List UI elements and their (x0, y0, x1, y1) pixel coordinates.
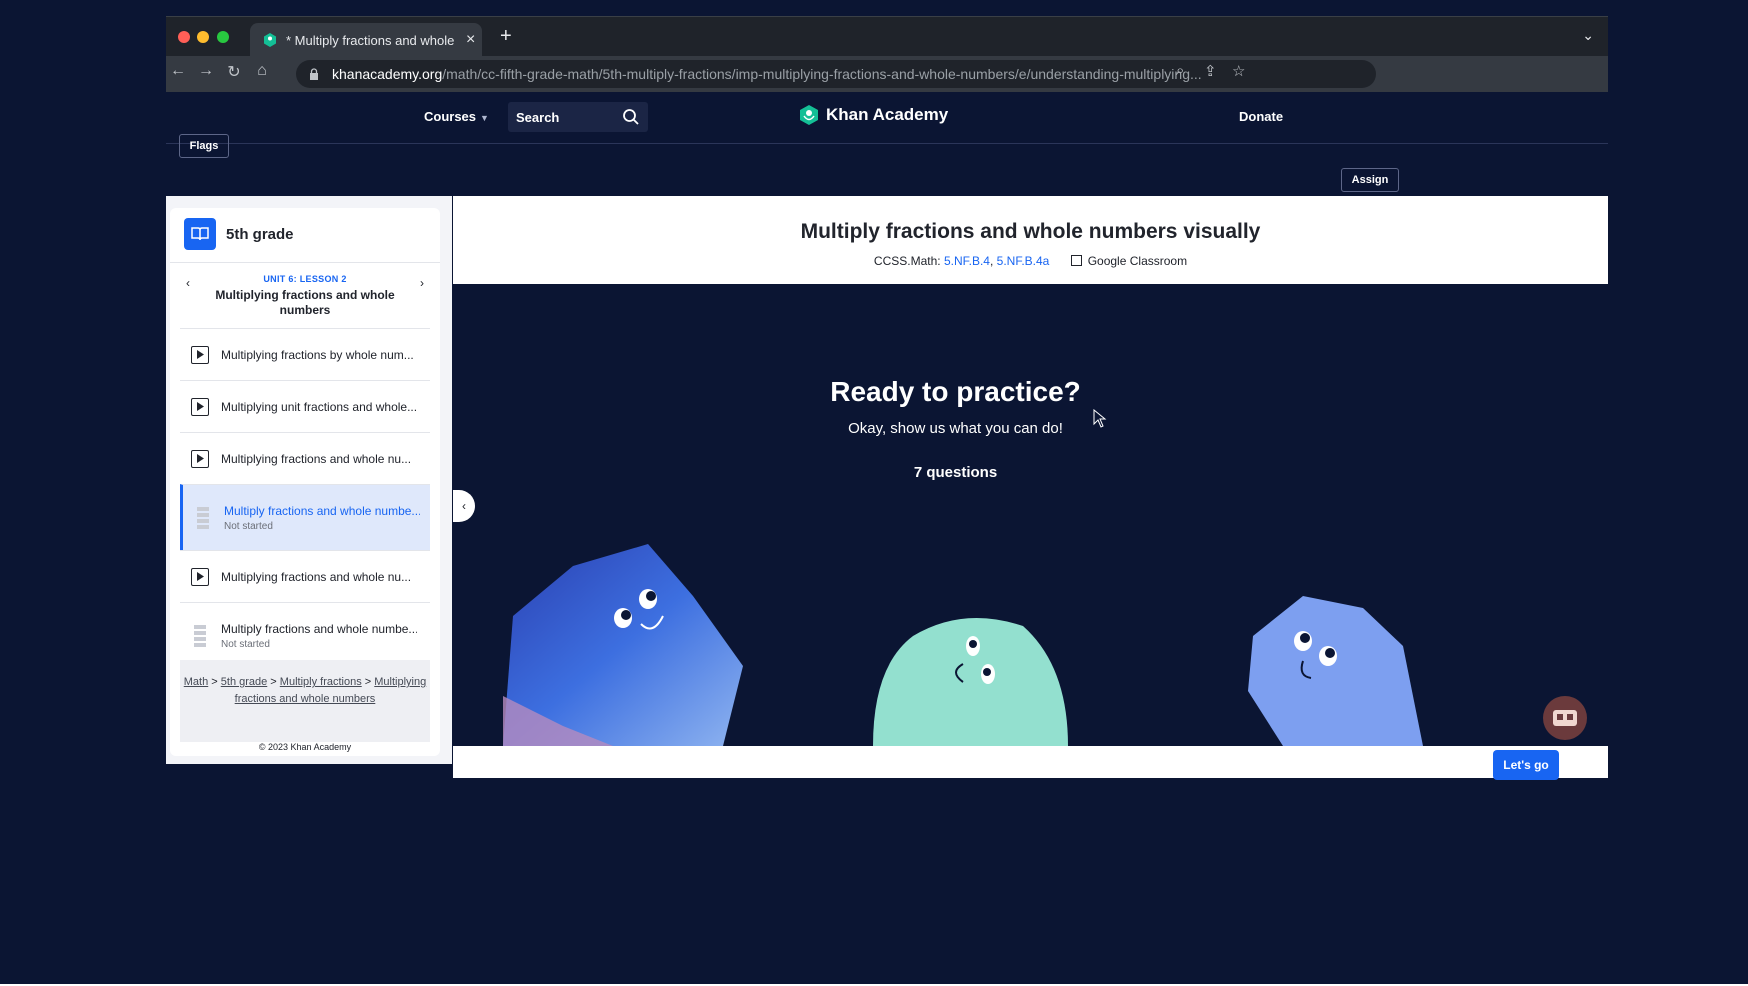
robot-avatar-icon (1553, 710, 1577, 726)
course-header[interactable]: 5th grade (184, 218, 294, 250)
zoom-icon[interactable]: ⌕ (1176, 62, 1184, 79)
item-label: Multiplying fractions and whole nu... (221, 569, 412, 584)
standard-link-2[interactable]: 5.NF.B.4a (997, 254, 1050, 268)
divider (170, 262, 440, 263)
breadcrumb-math[interactable]: Math (184, 676, 208, 688)
list-item[interactable]: Multiplying fractions and whole nu... (180, 550, 430, 602)
mouse-cursor-icon (1093, 409, 1107, 428)
breadcrumb-grade[interactable]: 5th grade (221, 676, 267, 688)
ready-title: Ready to practice? (830, 376, 1081, 407)
browser-tab[interactable]: * Multiply fractions and whole n × (250, 23, 482, 57)
tab-bar: * Multiply fractions and whole n × + ⌄ (166, 16, 1608, 57)
course-title: 5th grade (226, 225, 294, 243)
url-path: /math/cc-fifth-grade-math/5th-multiply-f… (442, 66, 1202, 82)
khan-logo-icon (800, 105, 818, 125)
close-window-button[interactable] (178, 31, 190, 43)
chevron-down-icon[interactable]: ⌄ (1582, 27, 1594, 44)
breadcrumb: Math > 5th grade > Multiply fractions > … (180, 660, 430, 742)
home-icon[interactable]: ⌂ (250, 62, 274, 80)
ready-subtitle: Okay, show us what you can do! (848, 420, 1063, 437)
purple-rock-creature (1248, 596, 1423, 746)
standards-prefix: CCSS.Math: (873, 254, 941, 268)
item-label: Multiplying fractions and whole nu... (221, 451, 412, 466)
copyright: © 2023 Khan Academy (258, 742, 352, 752)
list-item[interactable]: Multiplying fractions by whole num... (180, 328, 430, 380)
exercise-bars-icon (194, 624, 206, 647)
lock-icon (310, 68, 318, 80)
maximize-window-button[interactable] (217, 31, 229, 43)
tab-title: * Multiply fractions and whole n (286, 32, 456, 48)
search-icon[interactable] (622, 108, 640, 126)
list-item[interactable]: Multiply fractions and whole numbe... No… (180, 602, 430, 668)
item-status: Not started (224, 520, 273, 532)
unit-navigation: ‹ UNIT 6: LESSON 2 Multiplying fractions… (170, 270, 440, 322)
caret-down-icon: ▼ (480, 113, 489, 123)
bookmark-star-icon[interactable]: ☆ (1232, 62, 1245, 80)
exercise-panel: Multiply fractions and whole numbers vis… (453, 196, 1608, 780)
search-label: Search (516, 110, 560, 125)
logo-text: Khan Academy (826, 105, 949, 124)
url-host: khanacademy.org (332, 66, 443, 82)
khan-favicon-icon (264, 33, 276, 47)
google-classroom-link[interactable]: Google Classroom (1088, 254, 1187, 268)
tab-close-icon[interactable]: × (466, 31, 475, 49)
lesson-sidebar: 5th grade ‹ UNIT 6: LESSON 2 Multiplying… (166, 196, 452, 764)
page-title: Multiply fractions and whole numbers vis… (800, 220, 1261, 243)
new-tab-icon[interactable]: + (500, 25, 512, 48)
play-icon (191, 345, 209, 364)
creature-illustrations (503, 544, 1423, 746)
list-item[interactable]: Multiplying fractions and whole nu... (180, 432, 430, 484)
back-icon[interactable]: ← (166, 62, 190, 80)
flags-button[interactable]: Flags (179, 134, 229, 158)
play-icon (191, 449, 209, 468)
lesson-items: Multiplying fractions by whole num... Mu… (180, 328, 430, 668)
minimize-window-button[interactable] (197, 31, 209, 43)
site-header: Courses ▼ Search Khan Academy Donate (166, 92, 1608, 144)
google-classroom-icon (1070, 255, 1082, 266)
list-item[interactable]: Multiplying unit fractions and whole... (180, 380, 430, 432)
browser-toolbar: ← → ↻ ⌂ khanacademy.org/math/cc-fifth-gr… (166, 56, 1608, 92)
courses-menu[interactable]: Courses ▼ (424, 109, 489, 124)
list-item-active[interactable]: Multiply fractions and whole numbe... No… (180, 484, 430, 550)
sidebar-card: 5th grade ‹ UNIT 6: LESSON 2 Multiplying… (170, 208, 440, 756)
item-label: Multiplying unit fractions and whole... (221, 399, 417, 414)
play-icon (191, 397, 209, 416)
forward-icon[interactable]: → (194, 62, 218, 80)
standards-line: CCSS.Math: 5.NF.B.4, 5.NF.B.4a Google Cl… (873, 254, 1188, 268)
chevron-right-icon[interactable]: › (420, 276, 424, 290)
unit-label: UNIT 6: LESSON 2 (263, 274, 347, 284)
question-count: 7 questions (913, 464, 998, 481)
blue-crystal-creature (503, 544, 743, 746)
play-icon (191, 567, 209, 586)
share-icon[interactable]: ⇪ (1204, 62, 1217, 80)
lets-go-button[interactable]: Let's go (1493, 750, 1559, 780)
reload-icon[interactable]: ↻ (222, 62, 246, 82)
item-label: Multiply fractions and whole numbe... (224, 503, 420, 518)
exercise-bars-icon (197, 506, 209, 529)
courses-label: Courses (424, 109, 477, 124)
book-icon (184, 218, 216, 250)
green-blob-creature (873, 618, 1068, 746)
donate-link[interactable]: Donate (1239, 109, 1283, 124)
avatar[interactable] (1543, 696, 1587, 740)
exercise-footer: Let's go (453, 746, 1608, 780)
exercise-header: Multiply fractions and whole numbers vis… (453, 196, 1608, 284)
lesson-title[interactable]: Multiplying fractions and whole numbers (210, 288, 400, 318)
item-label: Multiplying fractions by whole num... (221, 347, 414, 362)
standard-link-1[interactable]: 5.NF.B.4 (944, 254, 990, 268)
item-label: Multiply fractions and whole numbe... (221, 621, 417, 636)
item-status: Not started (221, 638, 270, 650)
search-input[interactable]: Search (508, 102, 648, 132)
browser-window: * Multiply fractions and whole n × + ⌄ ←… (166, 16, 1608, 868)
assign-button[interactable]: Assign (1341, 168, 1399, 192)
khan-academy-logo[interactable]: Khan Academy (798, 104, 948, 126)
breadcrumb-unit[interactable]: Multiply fractions (280, 676, 362, 688)
